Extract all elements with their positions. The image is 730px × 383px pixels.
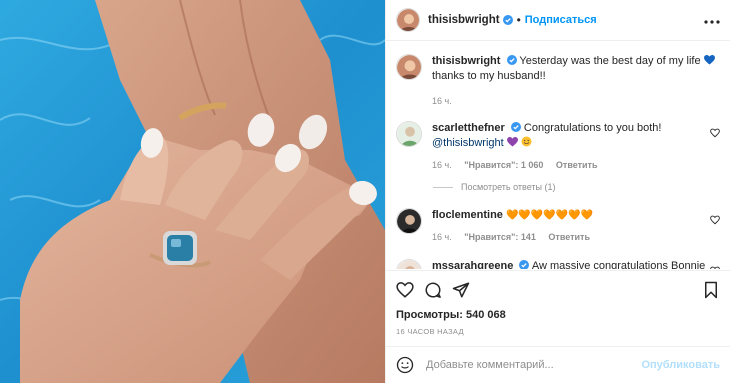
comment-item: mssarahgreene Aw massive congratulations… (386, 259, 730, 269)
comment-likes[interactable]: "Нравится": 1 060 (464, 160, 543, 170)
view-replies-button[interactable]: Посмотреть ответы (1) (433, 182, 556, 192)
post-photo[interactable] (0, 0, 385, 383)
comment-mention[interactable]: @thisisbwright (432, 137, 504, 149)
view-replies-label: Посмотреть ответы (1) (461, 182, 556, 192)
comment-time: 16 ч. (432, 160, 452, 170)
follow-button[interactable]: Подписаться (525, 14, 597, 26)
comment-text: Aw massive congratulations Bonnie (531, 260, 706, 269)
action-bar (386, 270, 730, 308)
comment-item: scarletthefner Congratulations to you bo… (386, 121, 730, 170)
comment-text: Congratulations to you both! (523, 122, 662, 134)
like-icon[interactable] (396, 281, 414, 299)
verified-icon (510, 122, 521, 132)
post-header: thisisbwright • Подписаться (386, 0, 730, 41)
views-count: Просмотры: 540 068 (396, 309, 506, 321)
comment-icon[interactable] (424, 281, 442, 299)
comment-item: floclementine 🧡🧡🧡🧡🧡🧡🧡 16 ч. "Нравится": … (386, 208, 730, 242)
blue-heart-icon (703, 55, 715, 65)
caption-text: Yesterday was the best day of my life (519, 55, 701, 67)
comment-input[interactable] (426, 359, 642, 371)
header-username[interactable]: thisisbwright (428, 14, 500, 26)
post-sidebar: thisisbwright • Подписаться thisisbwrigh… (385, 0, 730, 383)
like-comment-icon[interactable] (710, 128, 720, 138)
verified-icon (506, 55, 517, 65)
avatar[interactable] (396, 259, 422, 269)
views-text: Просмотры: 540 068 (396, 309, 506, 321)
publish-button[interactable]: Опубликовать (641, 359, 720, 371)
avatar[interactable] (396, 8, 420, 32)
like-comment-icon[interactable] (710, 215, 720, 225)
comment-likes[interactable]: "Нравится": 141 (464, 232, 536, 242)
like-comment-icon[interactable] (710, 266, 720, 269)
reply-button[interactable]: Ответить (556, 160, 598, 170)
avatar[interactable] (396, 54, 422, 80)
avatar[interactable] (396, 208, 422, 234)
comment-username[interactable]: mssarahgreene (432, 260, 513, 269)
purple-heart-icon (506, 137, 518, 147)
comment-username[interactable]: floclementine (432, 209, 503, 221)
smiling-face-icon (521, 136, 532, 147)
header-dot: • (516, 13, 521, 27)
verified-icon (502, 15, 513, 25)
share-icon[interactable] (452, 281, 470, 299)
caption-time: 16 ч. (432, 96, 452, 106)
comment-text: 🧡🧡🧡🧡🧡🧡🧡 (505, 210, 594, 221)
add-comment-bar: Опубликовать (386, 346, 730, 383)
reply-button[interactable]: Ответить (548, 232, 590, 242)
hands-ring-image (0, 0, 385, 383)
post-time: 16 ЧАСОВ НАЗАД (396, 327, 464, 336)
replies-line (433, 186, 453, 188)
caption: thisisbwright Yesterday was the best day… (386, 54, 730, 106)
caption-text-after: thanks to my husband!! (432, 70, 546, 82)
comments-list[interactable]: thisisbwright Yesterday was the best day… (386, 41, 730, 269)
emoji-icon[interactable] (396, 356, 414, 374)
caption-username[interactable]: thisisbwright (432, 55, 500, 67)
comment-time: 16 ч. (432, 232, 452, 242)
more-horizontal-icon[interactable] (704, 11, 720, 29)
comment-username[interactable]: scarletthefner (432, 122, 505, 134)
avatar[interactable] (396, 121, 422, 147)
verified-icon (519, 260, 530, 269)
bookmark-icon[interactable] (702, 281, 720, 299)
